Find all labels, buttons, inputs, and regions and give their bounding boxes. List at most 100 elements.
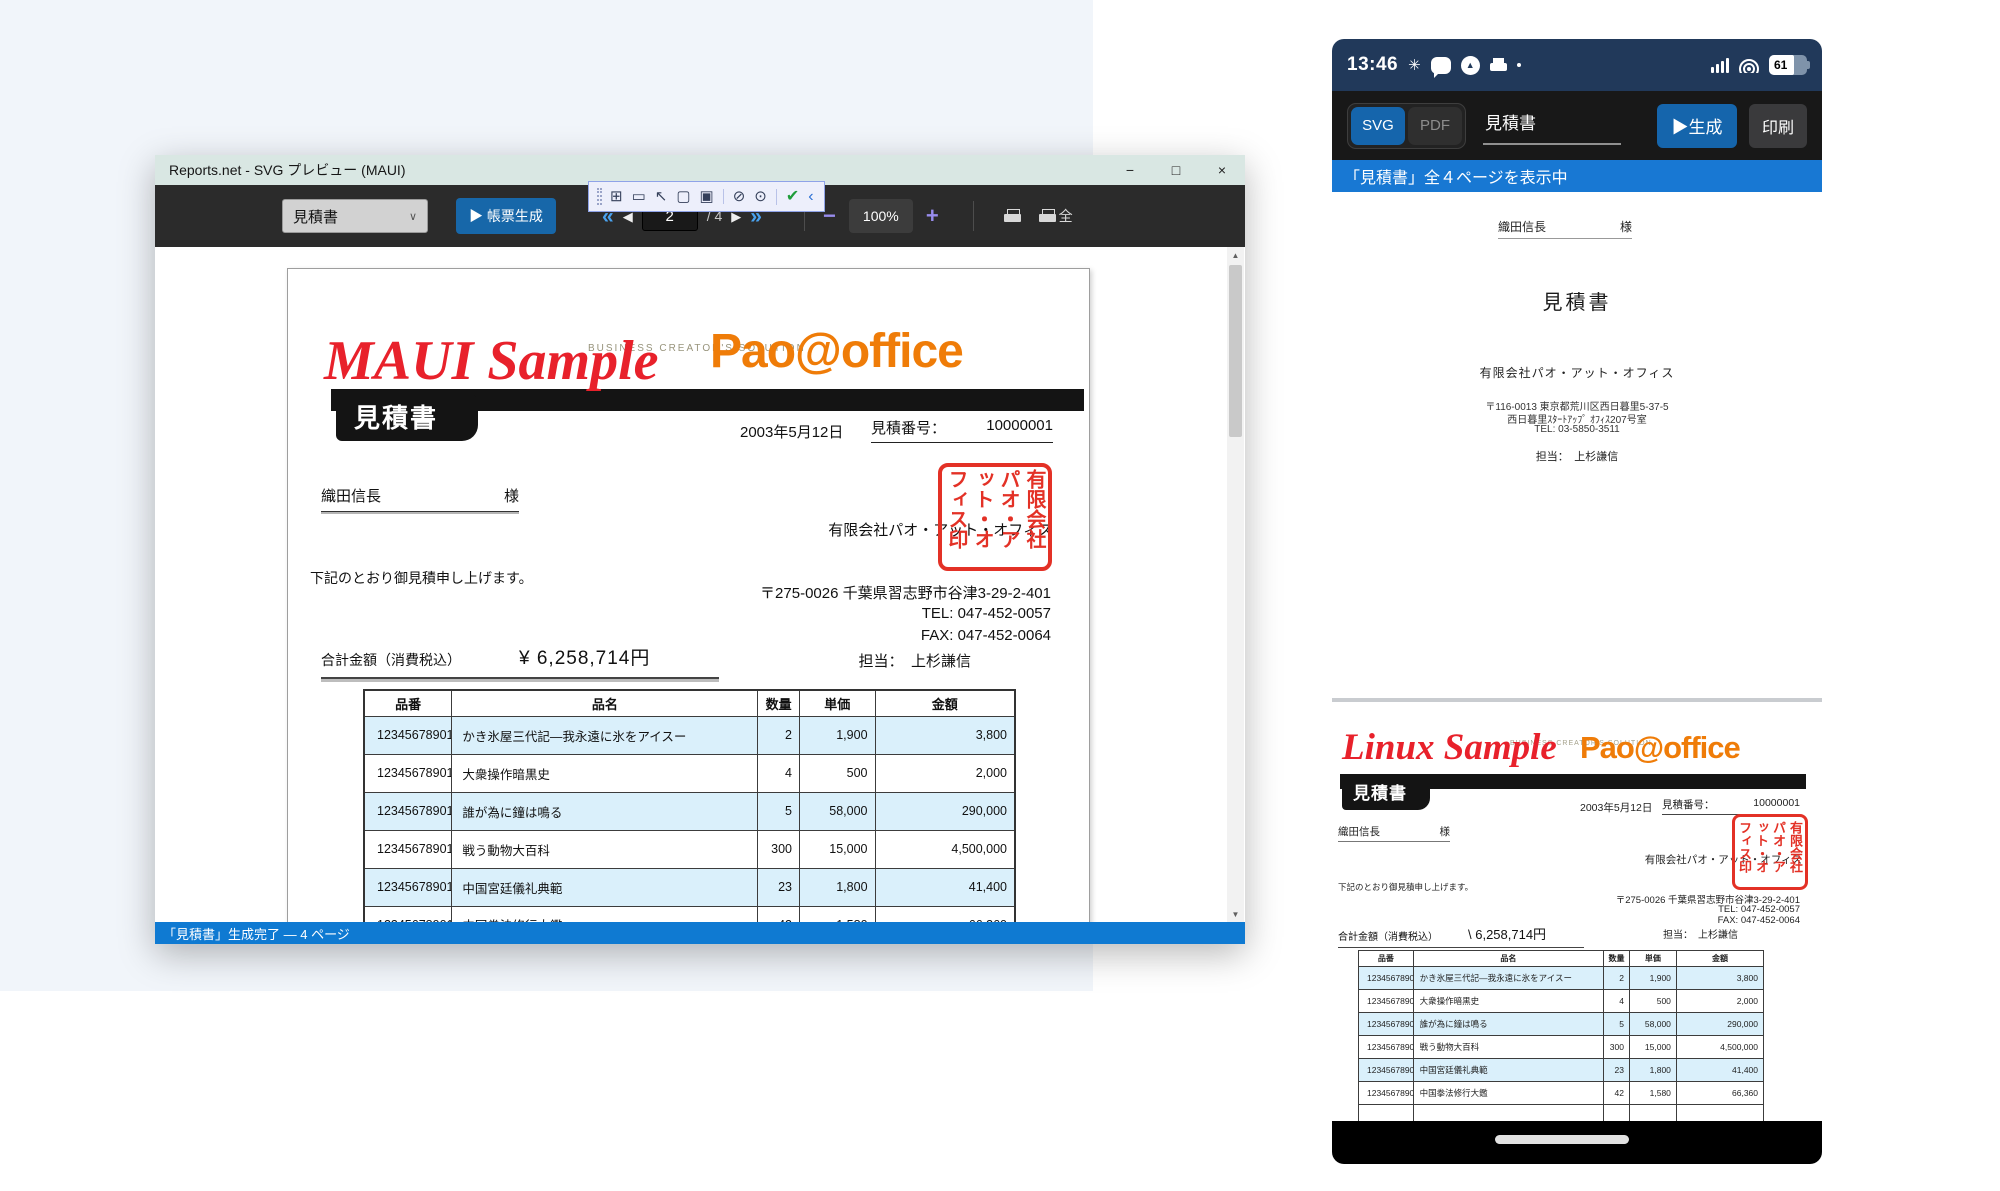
printer-icon <box>1039 209 1056 224</box>
item-code: 1234567890125 <box>1359 1013 1414 1036</box>
print-page-button[interactable] <box>1004 209 1021 224</box>
report-designer-icon[interactable]: ⊞ <box>610 189 623 204</box>
item-qty: 42 <box>758 906 800 922</box>
item-code: 1234567890124 <box>364 754 452 792</box>
item-name: 誰が為に鐘は鳴る <box>452 792 758 830</box>
item-unit-price: 1,900 <box>800 716 876 754</box>
close-button[interactable]: × <box>1199 155 1245 185</box>
items-table: 品番 品名 数量 単価 金額 1234567890123 かき氷屋三代記―我永遠… <box>1358 950 1764 1121</box>
tab-pdf[interactable]: PDF <box>1408 107 1462 145</box>
tab-svg[interactable]: SVG <box>1351 107 1405 145</box>
phone-status-right: 61 <box>1711 55 1807 75</box>
items-table: 品番 品名 数量 単価 金額 1234567890123 かき氷屋三代記―我永遠… <box>363 689 1016 922</box>
item-amount: 41,400 <box>1676 1059 1763 1082</box>
report-name-input[interactable]: 見積書 <box>1483 107 1621 145</box>
document-title: 見積書 <box>1332 286 1822 315</box>
company-seal-stamp: 有限会社パオ・アット・オフィス印 <box>1732 814 1808 890</box>
customer-row: 織田信長 様 <box>1498 218 1632 239</box>
scroll-down-icon[interactable]: ▼ <box>1227 906 1244 922</box>
drag-handle[interactable] <box>597 188 602 205</box>
total-value: \ 6,258,714円 <box>1468 924 1546 943</box>
update-circle-icon: ▲ <box>1461 56 1480 75</box>
phone-status-bar: 13:46 ✳ ▲ 61 <box>1332 39 1822 91</box>
item-unit-price: 500 <box>800 754 876 792</box>
scrollbar-thumb[interactable] <box>1229 265 1242 437</box>
maximize-button[interactable]: □ <box>1153 155 1199 185</box>
zoom-in-button[interactable]: + <box>926 205 939 227</box>
table-row: 1234567890123 かき氷屋三代記―我永遠に氷をアイスー 2 1,900… <box>364 716 1015 754</box>
table-header-row: 品番 品名 数量 単価 金額 <box>364 690 1015 716</box>
zoom-level-value[interactable]: 100% <box>849 199 913 233</box>
item-code: 1234567890123 <box>1359 967 1414 990</box>
main-toolbar: 見積書 ∨ ▶ 帳票生成 ⊞▭↖▢▣⊘⊙✔‹ « ◀ 2 / 4 ▶ » − 1… <box>155 185 1245 247</box>
item-unit-price: 58,000 <box>800 792 876 830</box>
disabled-icon[interactable]: ⊘ <box>723 189 746 204</box>
zoom-controls: − 100% + <box>823 199 939 233</box>
status-bar: 「見積書」生成完了 ― 4 ページ <box>155 922 1245 944</box>
item-amount: 3,800 <box>875 716 1015 754</box>
home-indicator[interactable] <box>1495 1135 1629 1144</box>
item-name: 大衆操作暗黒史 <box>1413 990 1603 1013</box>
item-name: 大衆操作暗黒史 <box>452 754 758 792</box>
generate-report-button[interactable]: ▶ 帳票生成 <box>456 198 556 234</box>
generate-button[interactable]: ▶生成 <box>1657 104 1737 148</box>
item-code: 1234567890127 <box>364 868 452 906</box>
item-code: 1234567890127 <box>1359 1059 1414 1082</box>
export-image-icon[interactable]: ▭ <box>632 189 646 204</box>
document-title-tab: 見積書 <box>1342 777 1430 810</box>
item-amount: 290,000 <box>875 792 1015 830</box>
representative: 担当： 上杉謙信 <box>1332 448 1822 464</box>
seal-text: 有限会社パオ・アット・オフィス印 <box>1736 821 1804 883</box>
quote-number-value: 10000001 <box>986 417 1053 438</box>
item-name: 中国拳法修行大鑑 <box>1413 1082 1603 1105</box>
info-message: 「見積書」全４ページを表示中 <box>1344 164 1568 188</box>
item-qty: 4 <box>758 754 800 792</box>
print-button[interactable]: 印刷 <box>1749 104 1807 148</box>
region-icon[interactable]: ▢ <box>676 189 690 204</box>
selection-frame-icon[interactable]: ▣ <box>700 189 714 204</box>
item-amount: 2,000 <box>875 754 1015 792</box>
invoice-page: BUSINESS CREATOR'S SOLUTION Pao@office M… <box>287 268 1090 922</box>
phone-navigation-bar <box>1332 1121 1822 1164</box>
report-type-value: 見積書 <box>293 206 338 227</box>
zoom-out-button[interactable]: − <box>823 205 836 227</box>
vertical-scrollbar[interactable]: ▲ ▼ <box>1227 247 1244 922</box>
table-row: 1234567890126 戦う動物大百科 300 15,000 4,500,0… <box>364 830 1015 868</box>
item-unit-price: 1,800 <box>1629 1059 1676 1082</box>
report-type-dropdown[interactable]: 見積書 ∨ <box>282 199 428 233</box>
item-name: かき氷屋三代記―我永遠に氷をアイスー <box>1413 967 1603 990</box>
item-qty: 23 <box>758 868 800 906</box>
item-code: 1234567890123 <box>364 716 452 754</box>
item-name: 戦う動物大百科 <box>452 830 758 868</box>
battery-icon: 61 <box>1769 55 1807 75</box>
collapse-chevron-icon[interactable]: ‹ <box>808 189 813 205</box>
quote-number-label: 見積番号： <box>1662 797 1715 812</box>
scroll-up-icon[interactable]: ▲ <box>1227 247 1244 263</box>
invoice-date: 2003年5月12日 <box>740 421 843 442</box>
item-code: 1234567890126 <box>364 830 452 868</box>
item-amount: 66,360 <box>875 906 1015 922</box>
item-code: 1234567890128 <box>1359 1082 1414 1105</box>
item-unit-price: 1,580 <box>1629 1082 1676 1105</box>
print-controls: 全 <box>1004 206 1073 226</box>
item-unit-price: 1,580 <box>800 906 876 922</box>
customer-row: 織田信長 様 <box>321 485 519 512</box>
chevron-down-icon: ∨ <box>409 210 417 223</box>
window-controls: − □ × <box>1107 155 1245 185</box>
printer-icon <box>1004 209 1021 224</box>
print-all-button[interactable]: 全 <box>1039 206 1073 226</box>
minimize-button[interactable]: − <box>1107 155 1153 185</box>
print-all-label: 全 <box>1059 206 1073 226</box>
quote-number-value: 10000001 <box>1753 797 1800 812</box>
item-qty: 300 <box>758 830 800 868</box>
valid-check-icon[interactable]: ✔ <box>776 189 799 205</box>
pointer-select-icon[interactable]: ↖ <box>655 189 668 204</box>
accessibility-icon[interactable]: ⊙ <box>754 189 767 204</box>
total-value: ¥ 6,258,714円 <box>519 643 650 670</box>
company-tel: TEL: 047-452-0057 <box>922 605 1051 622</box>
company-tel: TEL: 03-5850-3511 <box>1332 424 1822 435</box>
total-label: 合計金額（消費税込） <box>1338 928 1438 943</box>
floating-tools-toolbar[interactable]: ⊞ ▭ ↖ ▢ ▣ ⊘ ⊙ ✔ ‹ <box>588 181 825 212</box>
item-amount: 4,500,000 <box>875 830 1015 868</box>
table-row: 1234567890128 中国拳法修行大鑑 42 1,580 66,360 <box>1359 1082 1764 1105</box>
